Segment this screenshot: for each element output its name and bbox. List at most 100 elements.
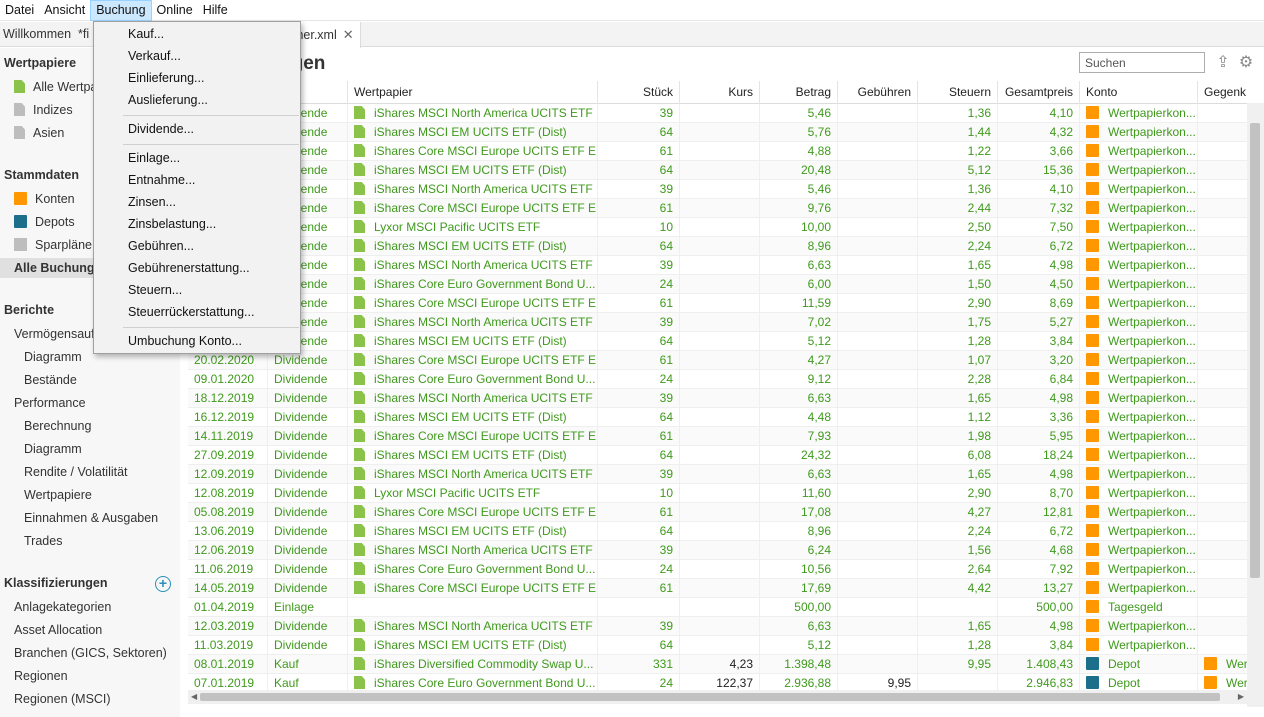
column-header-steuern[interactable]: Steuern (918, 81, 998, 104)
table-row[interactable]: 12.03.2019 Dividende iShares MSCI North Am… (188, 617, 1248, 636)
sidebar-item-performance[interactable]: Performance (14, 393, 86, 413)
table-row[interactable]: DividendeiShares Core MSCI Europe UCITS … (188, 142, 1248, 161)
column-header-wertpapier[interactable]: Wertpapier (348, 81, 598, 104)
table-row[interactable]: 05.08.2019 Dividende iShares Core MSCI Eur… (188, 503, 1248, 522)
table-row[interactable]: DividendeiShares MSCI North America UCIT… (188, 104, 1248, 123)
table-row[interactable]: DividendeiShares MSCI EM UCITS ETF (Dist… (188, 237, 1248, 256)
column-header-gebuehren[interactable]: Gebühren (838, 81, 918, 104)
menu-item-dividende[interactable]: Dividende... (95, 119, 299, 140)
table-row[interactable]: DividendeiShares MSCI North America UCIT… (188, 256, 1248, 275)
table-row[interactable]: DividendeLyxor MSCI Pacific UCITS ETF101… (188, 218, 1248, 237)
search-input[interactable] (1079, 52, 1205, 73)
gear-icon[interactable]: ⚙ (1237, 54, 1255, 72)
menu-item-verkauf[interactable]: Verkauf... (95, 46, 299, 67)
sidebar-item-konten[interactable]: Konten (14, 189, 75, 209)
sidebar-item-berechnung[interactable]: Berechnung (24, 416, 91, 436)
sidebar-item-branchen[interactable]: Branchen (GICS, Sektoren) (14, 643, 167, 663)
sidebar-item-diagramm[interactable]: Diagramm (24, 347, 82, 367)
menu-item-gebuehren[interactable]: Gebühren... (95, 236, 299, 257)
table-row[interactable]: 14.11.2019 Dividende iShares Core MSCI Eur… (188, 427, 1248, 446)
table-row[interactable]: 09.01.2020 Dividende iShares Core Euro Gov… (188, 370, 1248, 389)
sidebar-item-depots[interactable]: Depots (14, 212, 75, 232)
table-row[interactable]: 12.08.2019 Dividende Lyxor MSCI Pacific UC… (188, 484, 1248, 503)
close-icon[interactable]: ✕ (343, 22, 354, 47)
sidebar-item-performance-diagramm[interactable]: Diagramm (24, 439, 82, 459)
table-header: Wertpapier Stück Kurs Betrag Gebühren St… (188, 81, 1248, 104)
vertical-scrollbar[interactable] (1247, 103, 1264, 707)
table-row[interactable]: DividendeiShares Core MSCI Europe UCITS … (188, 199, 1248, 218)
horizontal-scroll-thumb[interactable] (200, 693, 1220, 701)
sidebar-item-sparplaene[interactable]: Sparpläne (14, 235, 92, 255)
table-row[interactable]: 20.02.2020 Dividende iShares Core MSCI Eur… (188, 351, 1248, 370)
sidebar-item-wertpapiere-report[interactable]: Wertpapiere (24, 485, 92, 505)
table-row[interactable]: DividendeiShares MSCI North America UCIT… (188, 180, 1248, 199)
scroll-left-arrow-icon[interactable]: ◀ (191, 692, 197, 701)
table-row[interactable]: DividendeiShares MSCI North America UCIT… (188, 313, 1248, 332)
horizontal-scrollbar[interactable]: ◀ ▶ (188, 690, 1247, 704)
table-row[interactable]: 18.12.2019 Dividende iShares MSCI North Am… (188, 389, 1248, 408)
cell-text: 5,27 (1049, 315, 1073, 329)
scroll-right-arrow-icon[interactable]: ▶ (1238, 692, 1244, 701)
menu-hilfe[interactable]: Hilfe (198, 0, 233, 21)
table-row[interactable]: DividendeiShares MSCI EM UCITS ETF (Dist… (188, 332, 1248, 351)
menu-item-zinsen[interactable]: Zinsen... (95, 192, 299, 213)
table-row[interactable]: 11.03.2019 Dividende iShares MSCI EM UCITS… (188, 636, 1248, 655)
table-row[interactable]: 12.06.2019 Dividende iShares MSCI North Am… (188, 541, 1248, 560)
column-header-kurs[interactable]: Kurs (680, 81, 760, 104)
sidebar-head-stammdaten: Stammdaten (4, 168, 80, 182)
cell-counter (1198, 180, 1248, 199)
menu-item-einlieferung[interactable]: Einlieferung... (95, 68, 299, 89)
sidebar-item-asset-allocation[interactable]: Asset Allocation (14, 620, 102, 640)
menu-item-auslieferung[interactable]: Auslieferung... (95, 90, 299, 111)
sidebar-item-alle-wertpapiere[interactable]: Alle Wertpa (14, 77, 97, 97)
cell-qty: 61 (598, 427, 680, 446)
table-row[interactable]: 13.06.2019 Dividende iShares MSCI EM UCITS… (188, 522, 1248, 541)
menu-buchung[interactable]: Buchung (90, 0, 152, 21)
table-row[interactable]: 12.09.2019 Dividende iShares MSCI North Am… (188, 465, 1248, 484)
sidebar-item-einnahmen-ausgaben[interactable]: Einnahmen & Ausgaben (24, 508, 158, 528)
sidebar-item-regionen-msci[interactable]: Regionen (MSCI) (14, 689, 111, 709)
sidebar-item-bestaende[interactable]: Bestände (24, 370, 77, 390)
export-icon[interactable]: ⇪ (1214, 54, 1232, 72)
sidebar-item-rendite-volatilitaet[interactable]: Rendite / Volatilität (24, 462, 128, 482)
sidebar-item-regionen[interactable]: Regionen (14, 666, 68, 686)
table-row[interactable]: DividendeiShares Core Euro Government Bo… (188, 275, 1248, 294)
sidebar-item-vermoegensaufstellung[interactable]: Vermögensaufs (14, 324, 101, 344)
table-row[interactable]: 11.06.2019 Dividende iShares Core Euro Gov… (188, 560, 1248, 579)
column-header-gesamtpreis[interactable]: Gesamtpreis (998, 81, 1080, 104)
column-header-betrag[interactable]: Betrag (760, 81, 838, 104)
column-header-konto[interactable]: Konto (1080, 81, 1198, 104)
table-row[interactable]: DividendeiShares MSCI EM UCITS ETF (Dist… (188, 161, 1248, 180)
table-row[interactable]: DividendeiShares Core MSCI Europe UCITS … (188, 294, 1248, 313)
menu-item-entnahme[interactable]: Entnahme... (95, 170, 299, 191)
table-row[interactable]: 27.09.2019 Dividende iShares MSCI EM UCITS… (188, 446, 1248, 465)
vertical-scroll-thumb[interactable] (1250, 123, 1260, 578)
cell-text: 9,12 (807, 372, 831, 386)
add-classification-icon[interactable]: + (155, 576, 171, 592)
menu-ansicht[interactable]: Ansicht (39, 0, 90, 21)
cell-sec: iShares Core MSCI Europe UCITS ETF EU... (348, 199, 598, 218)
menu-item-umbuchung-konto[interactable]: Umbuchung Konto... (95, 331, 299, 352)
cell-text: Dividende (274, 429, 328, 443)
menu-item-steuern[interactable]: Steuern... (95, 280, 299, 301)
table-row[interactable]: 08.01.2019 Kauf iShares Diversified Commod… (188, 655, 1248, 674)
menu-item-zinsbelastung[interactable]: Zinsbelastung... (95, 214, 299, 235)
menu-item-einlage[interactable]: Einlage... (95, 148, 299, 169)
sidebar-item-indizes[interactable]: Indizes (14, 100, 73, 120)
column-header-stueck[interactable]: Stück (598, 81, 680, 104)
table-row[interactable]: 16.12.2019 Dividende iShares MSCI EM UCITS… (188, 408, 1248, 427)
tab-file-modified[interactable]: *fi (78, 22, 89, 47)
column-header-gegenkonto[interactable]: Gegenk (1198, 81, 1248, 104)
tab-willkommen[interactable]: Willkommen (3, 22, 71, 47)
table-row[interactable]: 14.05.2019 Dividende iShares Core MSCI Eur… (188, 579, 1248, 598)
menu-datei[interactable]: Datei (0, 0, 39, 21)
sidebar-item-anlagekategorien[interactable]: Anlagekategorien (14, 597, 111, 617)
table-row[interactable]: 01.04.2019 Einlage 500,00 500,00 Tagesgeld (188, 598, 1248, 617)
table-row[interactable]: DividendeiShares MSCI EM UCITS ETF (Dist… (188, 123, 1248, 142)
sidebar-item-trades[interactable]: Trades (24, 531, 62, 551)
menu-item-gebuehrenerstattung[interactable]: Gebührenerstattung... (95, 258, 299, 279)
menu-online[interactable]: Online (152, 0, 198, 21)
menu-item-steuerrueckerstattung[interactable]: Steuerrückerstattung... (95, 302, 299, 323)
sidebar-item-asien[interactable]: Asien (14, 123, 64, 143)
menu-item-kauf[interactable]: Kauf... (95, 24, 299, 45)
